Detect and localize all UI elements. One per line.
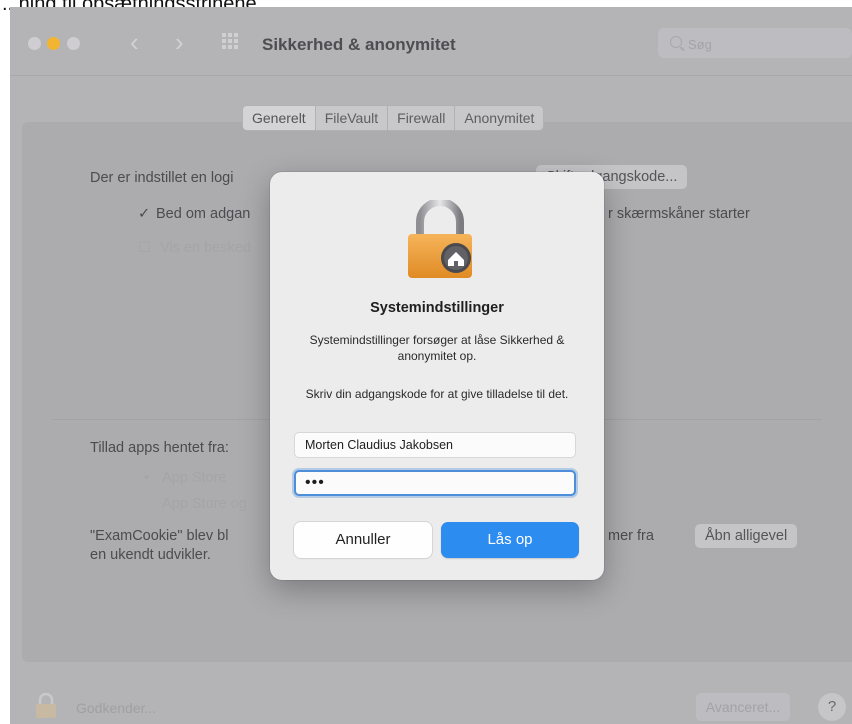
show-message-label: Vis en besked — [160, 240, 251, 256]
blocked-app-text-suffix: mer fra — [608, 528, 654, 544]
login-password-text: Der er indstillet en logi — [90, 170, 234, 186]
search-input[interactable] — [686, 33, 840, 55]
tab-bar: Generelt FileVault Firewall Anonymitet — [242, 105, 545, 131]
app-store-identified-option: App Store og — [162, 496, 247, 512]
toolbar-divider — [10, 75, 852, 76]
search-field[interactable] — [658, 28, 852, 58]
cancel-button[interactable]: Annuller — [294, 522, 432, 558]
require-password-suffix: r skærmskåner starter — [608, 206, 750, 222]
window-title: Sikkerhed & anonymitet — [262, 35, 456, 54]
dialog-title: Systemindstillinger — [370, 300, 504, 316]
dialog-prompt: Skriv din adgangskode for at give tillad… — [305, 387, 569, 401]
show-message-checkbox[interactable]: ☐ — [138, 240, 151, 256]
close-window-button[interactable] — [28, 37, 41, 50]
password-field[interactable] — [294, 470, 576, 496]
show-all-grid-icon[interactable] — [222, 33, 242, 53]
tab-firewall[interactable]: Firewall — [387, 106, 454, 130]
advanced-button[interactable]: Avanceret... — [696, 693, 790, 721]
app-store-option: App Store — [162, 470, 227, 486]
minimize-window-button[interactable] — [47, 37, 60, 50]
authentication-dialog: Systemindstillinger Systemindstillinger … — [270, 172, 604, 580]
forward-chevron-icon[interactable]: › — [175, 27, 184, 57]
back-chevron-icon[interactable]: ‹ — [130, 27, 139, 57]
tab-filevault[interactable]: FileVault — [314, 106, 387, 130]
zoom-window-button[interactable] — [67, 37, 80, 50]
blocked-app-text-line2: en ukendt udvikler. — [90, 547, 211, 563]
allow-apps-label: Tillad apps hentet fra: — [90, 440, 229, 456]
username-field[interactable] — [294, 432, 576, 458]
search-icon — [670, 36, 682, 48]
help-button[interactable]: ? — [818, 693, 846, 721]
unlock-button[interactable]: Lås op — [441, 522, 579, 558]
blocked-app-text: "ExamCookie" blev bl — [90, 528, 229, 544]
dialog-message: Systemindstillinger forsøger at låse Sik… — [309, 333, 565, 363]
padlock-house-icon — [408, 200, 472, 278]
tab-generelt[interactable]: Generelt — [243, 106, 315, 130]
require-password-label: Bed om adgan — [156, 206, 251, 222]
radio-app-store[interactable]: • — [144, 470, 149, 486]
lock-icon[interactable] — [34, 693, 58, 719]
authenticating-label: Godkender... — [76, 700, 157, 716]
title-bar: ‹ › Sikkerhed & anonymitet — [10, 7, 852, 75]
open-anyway-button[interactable]: Åbn alligevel — [695, 524, 798, 548]
checkmark-icon[interactable]: ✓ — [138, 206, 150, 222]
tab-anonymitet[interactable]: Anonymitet — [454, 106, 543, 130]
